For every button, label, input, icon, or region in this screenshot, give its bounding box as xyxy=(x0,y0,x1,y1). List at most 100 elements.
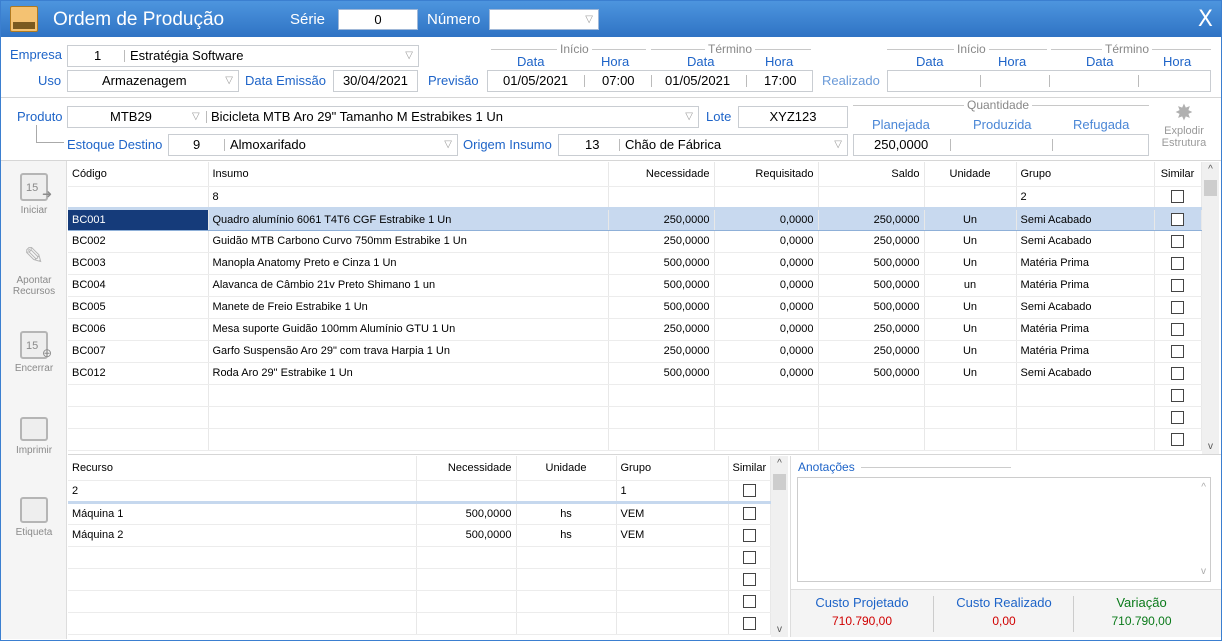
table-row[interactable]: BC002 Guidão MTB Carbono Curvo 750mm Estr… xyxy=(68,230,1202,253)
similar-checkbox[interactable] xyxy=(1171,190,1184,203)
col-requisitado[interactable]: Requisitado xyxy=(714,162,819,187)
filter-necessidade[interactable] xyxy=(416,480,517,504)
table-row[interactable]: BC001 Quadro alumínio 6061 T4T6 CGF Estra… xyxy=(68,207,1202,231)
scroll-up-icon[interactable]: ^ xyxy=(1202,164,1219,175)
table-row[interactable] xyxy=(68,428,1202,451)
filter-requisitado[interactable] xyxy=(714,186,819,210)
produto-select[interactable]: MTB29 ▽ Bicicleta MTB Aro 29" Tamanho M … xyxy=(67,106,699,128)
serie-input[interactable]: 0 xyxy=(338,9,418,30)
similar-checkbox[interactable] xyxy=(1171,256,1184,270)
data-emissao-input[interactable]: 30/04/2021 xyxy=(333,70,418,92)
similar-checkbox[interactable] xyxy=(742,550,756,564)
scroll-thumb[interactable] xyxy=(1204,180,1217,196)
separator xyxy=(206,111,207,123)
similar-checkbox[interactable] xyxy=(742,484,756,497)
col-grupo[interactable]: Grupo xyxy=(616,456,729,481)
etiqueta-button[interactable]: Etiqueta xyxy=(1,497,67,538)
filter-grupo[interactable]: 2 xyxy=(1016,186,1155,210)
filter-insumo[interactable]: 8 xyxy=(208,186,609,210)
table-cell: Matéria Prima xyxy=(1016,318,1155,341)
encerrar-button[interactable]: 15 ⊖ Encerrar xyxy=(1,331,67,374)
similar-checkbox[interactable] xyxy=(1171,410,1184,424)
table-row[interactable]: BC006 Mesa suporte Guidão 100mm Alumínio … xyxy=(68,318,1202,341)
insumos-scrollbar[interactable]: ^ v xyxy=(1202,162,1219,454)
col-codigo[interactable]: Código xyxy=(68,162,209,187)
table-row[interactable]: BC012 Roda Aro 29" Estrabike 1 Un 500,0000… xyxy=(68,362,1202,385)
similar-checkbox[interactable] xyxy=(742,594,756,608)
scroll-thumb[interactable] xyxy=(773,474,786,490)
similar-checkbox[interactable] xyxy=(1171,300,1184,314)
col-unidade[interactable]: Unidade xyxy=(924,162,1017,187)
similar-checkbox[interactable] xyxy=(1171,432,1184,446)
recursos-scrollbar[interactable]: ^ v xyxy=(771,456,788,637)
col-similar[interactable]: Similar xyxy=(1154,162,1202,187)
explodir-estrutura-button[interactable]: ✸ Explodir Estrutura xyxy=(1159,101,1209,150)
divider xyxy=(68,454,1221,455)
similar-checkbox[interactable] xyxy=(1171,322,1184,336)
similar-checkbox[interactable] xyxy=(1171,388,1184,402)
table-row[interactable] xyxy=(68,590,771,613)
filter-unidade[interactable] xyxy=(516,480,617,504)
filter-unidade[interactable] xyxy=(924,186,1017,210)
filter-similar[interactable] xyxy=(728,480,771,504)
prev-termino-hora[interactable]: 17:00 xyxy=(764,71,797,91)
table-row[interactable] xyxy=(68,612,771,635)
origem-insumo-select[interactable]: 13 Chão de Fábrica ▽ xyxy=(558,134,848,156)
col-recurso[interactable]: Recurso xyxy=(68,456,417,481)
apontar-recursos-button[interactable]: ✎ Apontar Recursos xyxy=(1,243,67,297)
similar-checkbox[interactable] xyxy=(1171,344,1184,358)
scroll-down-icon[interactable]: v xyxy=(771,624,788,635)
imprimir-button[interactable]: Imprimir xyxy=(1,413,67,456)
scroll-down-icon[interactable]: v xyxy=(1202,441,1219,452)
prev-inicio-data[interactable]: 01/05/2021 xyxy=(503,71,568,91)
prev-termino-data[interactable]: 01/05/2021 xyxy=(665,71,730,91)
table-cell: 0,0000 xyxy=(714,252,819,275)
close-button[interactable]: X xyxy=(1198,7,1213,32)
filter-similar[interactable] xyxy=(1154,186,1202,210)
table-row[interactable]: BC003 Manopla Anatomy Preto e Cinza 1 Un 5… xyxy=(68,252,1202,275)
similar-checkbox[interactable] xyxy=(1171,234,1184,248)
table-cell xyxy=(516,612,617,635)
similar-checkbox[interactable] xyxy=(1171,278,1184,292)
estoque-destino-select[interactable]: 9 Almoxarifado ▽ xyxy=(168,134,458,156)
realizado-fields xyxy=(887,70,1211,92)
similar-checkbox[interactable] xyxy=(742,572,756,586)
table-row[interactable] xyxy=(68,384,1202,407)
table-row[interactable] xyxy=(68,546,771,569)
lote-input[interactable]: XYZ123 xyxy=(738,106,848,128)
numero-select[interactable]: ▽ xyxy=(489,9,599,30)
col-necessidade[interactable]: Necessidade xyxy=(416,456,517,481)
empresa-select[interactable]: 1 Estratégia Software ▽ xyxy=(67,45,419,67)
filter-necessidade[interactable] xyxy=(608,186,715,210)
filter-codigo[interactable] xyxy=(68,186,209,210)
table-row[interactable]: BC007 Garfo Suspensão Aro 29" com trava H… xyxy=(68,340,1202,363)
table-row[interactable]: Máquina 2 500,0000 hs VEM xyxy=(68,524,771,547)
similar-checkbox[interactable] xyxy=(1171,213,1184,226)
separator xyxy=(980,75,981,87)
similar-checkbox[interactable] xyxy=(742,616,756,630)
filter-grupo[interactable]: 1 xyxy=(616,480,729,504)
prev-inicio-hora[interactable]: 07:00 xyxy=(602,71,635,91)
col-similar[interactable]: Similar xyxy=(728,456,771,481)
col-unidade[interactable]: Unidade xyxy=(516,456,617,481)
col-insumo[interactable]: Insumo xyxy=(208,162,609,187)
similar-checkbox[interactable] xyxy=(742,507,756,520)
filter-recurso[interactable]: 2 xyxy=(68,480,417,504)
scroll-up-icon[interactable]: ^ xyxy=(771,458,788,469)
table-row[interactable]: Máquina 1 500,0000 hs VEM xyxy=(68,502,771,525)
table-row[interactable] xyxy=(68,406,1202,429)
iniciar-button[interactable]: 15 ➜ Iniciar xyxy=(1,173,67,216)
similar-checkbox[interactable] xyxy=(1171,366,1184,380)
col-saldo[interactable]: Saldo xyxy=(818,162,925,187)
anotacoes-textarea[interactable]: ^ v xyxy=(797,477,1211,582)
table-row[interactable]: BC005 Manete de Freio Estrabike 1 Un 500,0… xyxy=(68,296,1202,319)
table-cell: Guidão MTB Carbono Curvo 750mm Estrabike… xyxy=(208,230,609,253)
col-necessidade[interactable]: Necessidade xyxy=(608,162,715,187)
col-grupo[interactable]: Grupo xyxy=(1016,162,1155,187)
filter-saldo[interactable] xyxy=(818,186,925,210)
uso-select[interactable]: Armazenagem ▽ xyxy=(67,70,239,92)
similar-checkbox[interactable] xyxy=(742,528,756,542)
planejada-value[interactable]: 250,0000 xyxy=(874,135,928,155)
table-row[interactable] xyxy=(68,568,771,591)
table-row[interactable]: BC004 Alavanca de Câmbio 21v Preto Shiman… xyxy=(68,274,1202,297)
